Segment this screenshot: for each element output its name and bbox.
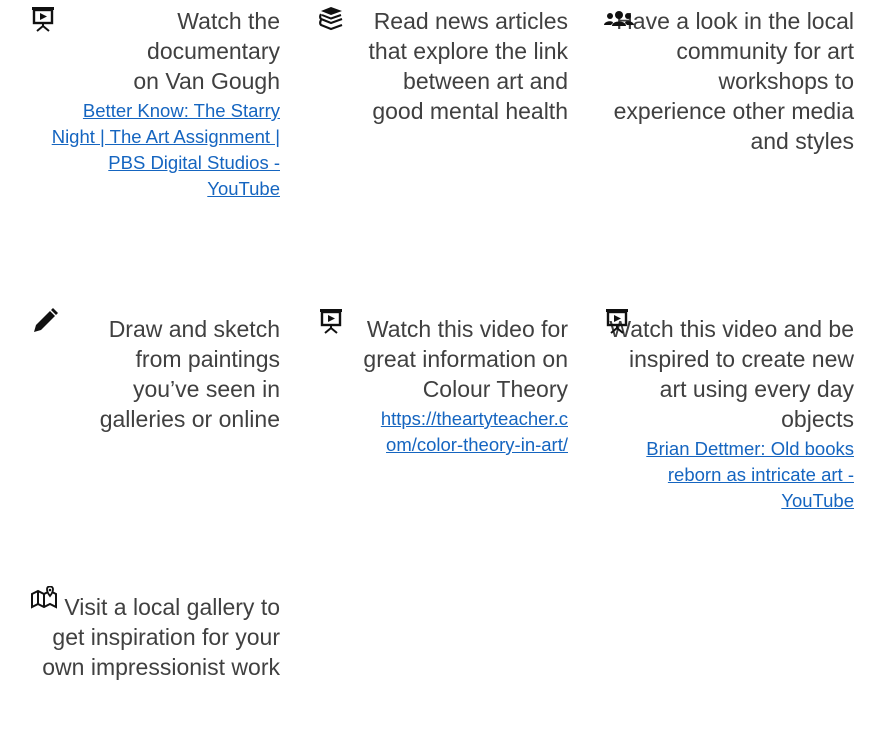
activity-card-gallery-visit: Visit a local gallery to get inspiration… [30,586,280,682]
colour-theory-link[interactable]: https://theartyteacher.com/color-theory-… [318,406,568,458]
activity-text: Watch the documentary on Van Gough [133,8,280,94]
pencil-icon [30,306,58,332]
presentation-board-icon [30,6,58,32]
activity-card-documentary: Watch the documentary on Van Gough Bette… [30,6,280,202]
activity-card-dettmer-video: Watch this video and be inspired to crea… [604,309,854,514]
presentation-board-icon [604,308,632,334]
activity-card-colour-theory: Watch this video for great information o… [318,309,568,458]
activity-text: Watch this video and be inspired to crea… [609,316,854,432]
activity-text: Draw and sketch from paintings you’ve se… [99,316,280,432]
activity-card-workshops: Have a look in the local community for a… [604,6,854,156]
activity-text: Visit a local gallery to get inspiration… [42,594,280,680]
dettmer-video-link[interactable]: Brian Dettmer: Old books reborn as intri… [604,436,854,514]
activity-text: Have a look in the local community for a… [613,8,854,154]
documentary-link[interactable]: Better Know: The Starry Night | The Art … [30,98,280,202]
activity-card-drawing: Draw and sketch from paintings you’ve se… [30,308,280,434]
activity-text: Watch this video for great information o… [363,316,568,402]
books-stack-icon [318,6,346,32]
users-group-icon [604,6,634,32]
activity-card-news-articles: Read news articles that explore the link… [318,6,568,126]
map-location-icon [30,586,58,612]
presentation-board-icon [318,308,346,334]
activity-text: Read news articles that explore the link… [368,8,568,124]
